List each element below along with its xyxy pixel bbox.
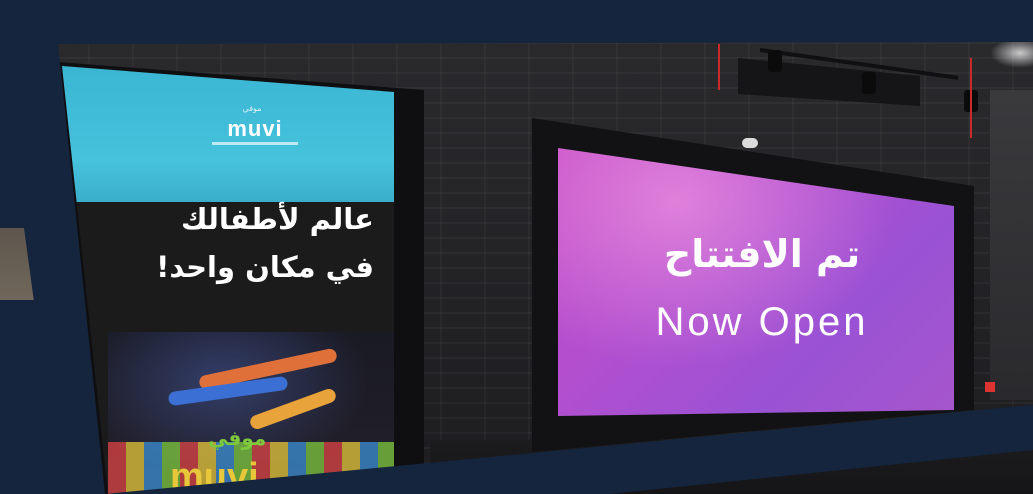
spotlight-icon	[862, 72, 876, 94]
light-glow	[990, 38, 1033, 68]
kids-poster: موفي muvi عالم لأطفالك في مكان واحد! موف…	[62, 66, 394, 494]
brand-logo: muvi	[227, 116, 283, 141]
sign-title-arabic: تم الافتتاح	[663, 232, 861, 276]
slide-tube	[248, 387, 338, 431]
headline-line-2: في مكان واحد!	[156, 250, 374, 284]
frame-band-top	[0, 0, 1033, 44]
exit-light	[985, 382, 995, 392]
sign-title-english: Now Open	[655, 300, 869, 344]
logo-arabic: موفي	[208, 426, 267, 450]
red-cable	[718, 44, 720, 90]
brand-small: موفي	[242, 104, 262, 113]
wall-corner	[990, 90, 1033, 400]
camera-icon	[742, 138, 758, 148]
spotlight-icon	[768, 50, 782, 72]
red-cable	[970, 58, 972, 138]
photo-scene: موفي muvi عالم لأطفالك في مكان واحد! موف…	[0, 0, 1033, 494]
brand-underline	[212, 142, 298, 145]
headline-line-1: عالم لأطفالك	[181, 202, 374, 236]
